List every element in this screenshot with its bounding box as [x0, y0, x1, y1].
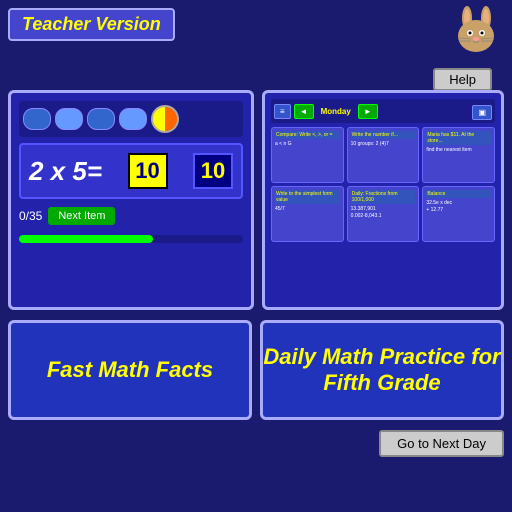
math-display: 2 x 5= 10 10 — [19, 143, 243, 199]
progress-bar — [19, 235, 243, 243]
toolbar-btn-4[interactable] — [119, 108, 147, 130]
daily-math-label-line1: Daily Math Practice for — [263, 344, 500, 369]
fast-math-label-box[interactable]: Fast Math Facts — [8, 320, 252, 420]
timer-row: 0/35 Next Item — [19, 207, 243, 225]
dm-cell-1: Compare: Write <, >, or = a < n G — [271, 127, 344, 183]
toolbar-btn-1[interactable] — [23, 108, 51, 130]
dm-extra-btn[interactable]: ▣ — [472, 105, 492, 120]
toolbar-btn-3[interactable] — [87, 108, 115, 130]
next-item-button[interactable]: Next Item — [48, 207, 115, 225]
dm-cell-4: Write to the simplest form value 45/7 — [271, 186, 344, 242]
rabbit-mascot — [449, 4, 504, 64]
next-day-button[interactable]: Go to Next Day — [379, 430, 504, 457]
main-content: 2 x 5= 10 10 0/35 Next Item ≡ ◄ Monday ►… — [8, 90, 504, 504]
daily-math-label-line2: Fifth Grade — [323, 370, 440, 395]
bottom-labels: Fast Math Facts Daily Math Practice for … — [8, 320, 504, 420]
header-title: Teacher Version — [22, 14, 161, 34]
dm-cell-2-header: Write the number if... — [351, 131, 416, 139]
pie-chart — [151, 105, 179, 133]
dm-cell-3-header: Maria has $11. At the store... — [426, 131, 491, 145]
toolbar-btn-2[interactable] — [55, 108, 83, 130]
dm-cell-2: Write the number if... 10 groups: 2 (4)7 — [347, 127, 420, 183]
top-panels: 2 x 5= 10 10 0/35 Next Item ≡ ◄ Monday ►… — [8, 90, 504, 310]
help-button[interactable]: Help — [433, 68, 492, 91]
answer-box: 10 — [128, 153, 168, 189]
footer-row: Go to Next Day — [8, 426, 504, 461]
progress-bar-fill — [19, 235, 153, 243]
dm-toolbar: ≡ ◄ Monday ► ▣ — [271, 99, 495, 123]
dm-cell-4-header: Write to the simplest form value — [275, 190, 340, 204]
timer-text: 0/35 — [19, 209, 42, 223]
dm-cell-6-content: 32.5e x dec+ 12.77 — [426, 200, 491, 213]
fast-math-label: Fast Math Facts — [47, 357, 213, 383]
answer-display: 10 — [193, 153, 233, 189]
daily-math-label-box[interactable]: Daily Math Practice for Fifth Grade — [260, 320, 504, 420]
header-bar: Teacher Version — [8, 8, 175, 41]
dm-cell-4-content: 45/7 — [275, 206, 340, 213]
dm-cell-2-content: 10 groups: 2 (4)7 — [351, 141, 416, 148]
dm-settings-btn[interactable]: ≡ — [274, 104, 291, 119]
dm-grid: Compare: Write <, >, or = a < n G Write … — [271, 127, 495, 301]
dm-cell-1-content: a < n G — [275, 141, 340, 148]
dm-page-label: Monday — [317, 107, 355, 116]
dm-nav-next[interactable]: ► — [358, 104, 378, 119]
dm-cell-5-content: 13.387,9010.002-8,043.1 — [351, 206, 416, 219]
dm-cell-6-header: Balance — [426, 190, 491, 198]
dm-cell-6: Balance 32.5e x dec+ 12.77 — [422, 186, 495, 242]
fast-math-panel: 2 x 5= 10 10 0/35 Next Item — [8, 90, 254, 310]
dm-cell-3-content: find the nearest item — [426, 147, 491, 154]
daily-math-label: Daily Math Practice for Fifth Grade — [263, 344, 500, 397]
dm-cell-1-header: Compare: Write <, >, or = — [275, 131, 340, 139]
dm-cell-3: Maria has $11. At the store... find the … — [422, 127, 495, 183]
daily-math-panel: ≡ ◄ Monday ► ▣ Compare: Write <, >, or =… — [262, 90, 504, 310]
dm-nav-prev[interactable]: ◄ — [294, 104, 314, 119]
panel-toolbar — [19, 101, 243, 137]
math-equation: 2 x 5= — [29, 156, 102, 187]
dm-cell-5-header: Daily: Fractions from 100/1,000 — [351, 190, 416, 204]
dm-cell-5: Daily: Fractions from 100/1,000 13.387,9… — [347, 186, 420, 242]
